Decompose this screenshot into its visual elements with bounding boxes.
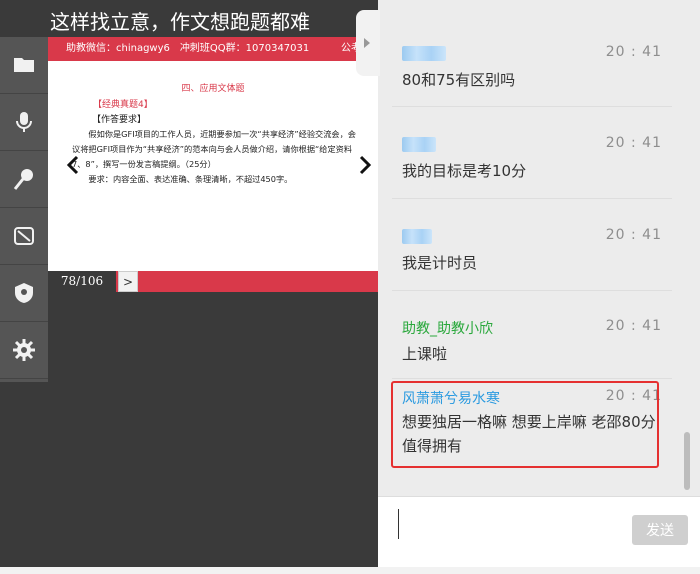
mic-handheld-icon <box>13 169 33 190</box>
collapse-panel-tab[interactable] <box>356 10 380 76</box>
microphone-button[interactable] <box>0 94 48 151</box>
chat-scrollbar[interactable] <box>684 432 690 490</box>
message-text: 我的目标是考10分 <box>402 162 527 180</box>
microphone-icon <box>16 112 32 132</box>
slide-body-paragraph: 要求：内容全面、表达准确、条理清晰，不超过450字。 <box>88 174 293 184</box>
message-username: 助教_助教小欣 <box>402 321 493 337</box>
block-icon <box>14 227 34 245</box>
message-divider <box>392 378 672 379</box>
next-slide-arrow-icon[interactable] <box>358 155 372 175</box>
slide-body: 假如你是GFI项目的工作人员，近期要参加一次“共享经济”经验交流会，会议将把GF… <box>72 127 364 187</box>
folder-button[interactable] <box>0 37 48 94</box>
assistant-wechat: 助教微信：chinagwy6 <box>66 43 170 54</box>
folder-icon <box>14 58 34 72</box>
slide-title: 四、应用文体题 <box>181 84 245 94</box>
message-divider <box>392 198 672 199</box>
blurred-username <box>402 46 446 61</box>
shield-button[interactable] <box>0 265 48 322</box>
message-divider <box>392 106 672 107</box>
toolbar-sidebar <box>0 37 48 382</box>
prev-slide-arrow-icon[interactable] <box>66 155 80 175</box>
video-player-pane: 这样找立意，作文想跑题都难 助教微信：chinagwy6 冲刺班QQ群：10703… <box>0 0 378 574</box>
slide-body-paragraph: 假如你是GFI项目的工作人员，近期要参加一次“共享经济”经验交流会，会议将把GF… <box>72 129 356 169</box>
block-button[interactable] <box>0 208 48 265</box>
qq-group: 冲刺班QQ群：1070347031 <box>179 43 310 54</box>
message-time: 20 : 41 <box>605 227 662 243</box>
message-text: 我是计时员 <box>402 254 478 272</box>
gear-icon <box>13 339 35 361</box>
slide-header: 助教微信：chinagwy6 冲刺班QQ群：1070347031 公考 <box>48 37 378 61</box>
chat-message: 20 : 41 我是计时员 <box>402 227 662 277</box>
page-number: 78/106 <box>48 271 116 292</box>
message-text: 上课啦 <box>402 345 448 363</box>
slide-pager: 78/106 > <box>48 271 378 292</box>
message-time: 20 : 41 <box>605 318 662 334</box>
page-next-button[interactable]: > <box>118 271 138 292</box>
message-text: 80和75有区别吗 <box>402 71 516 89</box>
blurred-username <box>402 137 436 152</box>
bottom-strip <box>0 567 700 574</box>
slide-requirement-label: 【作答要求】 <box>92 115 147 125</box>
chat-input[interactable] <box>398 509 628 539</box>
highlight-box <box>391 381 659 468</box>
slide-tag: 【经典真题4】 <box>93 100 153 110</box>
video-title: 这样找立意，作文想跑题都难 <box>50 10 310 34</box>
slide: 四、应用文体题 【经典真题4】 【作答要求】 假如你是GFI项目的工作人员，近期… <box>48 61 378 271</box>
handheld-mic-button[interactable] <box>0 151 48 208</box>
message-time: 20 : 41 <box>605 135 662 151</box>
shield-icon <box>15 283 33 303</box>
blurred-username <box>402 229 432 244</box>
triangle-right-icon <box>364 38 370 48</box>
message-time: 20 : 41 <box>605 44 662 60</box>
settings-button[interactable] <box>0 322 48 379</box>
chat-message: 20 : 41 我的目标是考10分 <box>402 135 662 185</box>
chat-message: 助教_助教小欣 20 : 41 上课啦 <box>402 318 662 368</box>
chat-message: 20 : 41 80和75有区别吗 <box>402 44 662 94</box>
message-divider <box>392 290 672 291</box>
send-button[interactable]: 发送 <box>632 515 688 545</box>
chat-input-area: 发送 <box>378 496 700 574</box>
